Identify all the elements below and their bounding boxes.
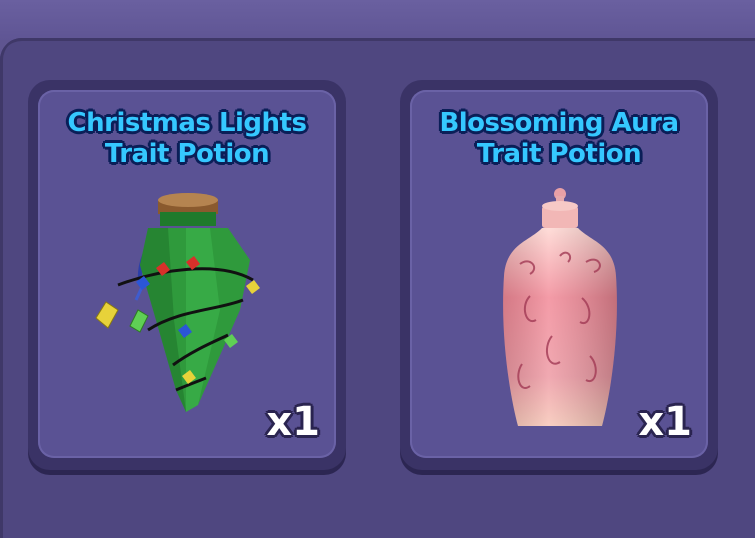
top-bar	[0, 0, 755, 40]
christmas-lights-potion-icon	[95, 193, 260, 412]
blossoming-aura-potion-icon	[503, 188, 617, 426]
item-title-line1: Christmas Lights	[67, 108, 307, 138]
item-title-line2: Trait Potion	[104, 139, 270, 169]
item-card-blossoming-aura-potion[interactable]: Blossoming Aura Trait Potion x1	[400, 80, 718, 470]
item-quantity: x1	[638, 399, 692, 445]
item-card-inner: Blossoming Aura Trait Potion x1	[410, 90, 708, 458]
item-title: Christmas Lights Trait Potion	[38, 108, 336, 170]
item-quantity: x1	[266, 399, 320, 445]
item-card-christmas-lights-potion[interactable]: Christmas Lights Trait Potion x1	[28, 80, 346, 470]
item-title-line1: Blossoming Aura	[439, 108, 679, 138]
item-card-inner: Christmas Lights Trait Potion x1	[38, 90, 336, 458]
item-title: Blossoming Aura Trait Potion	[410, 108, 708, 170]
item-title-line2: Trait Potion	[476, 139, 642, 169]
